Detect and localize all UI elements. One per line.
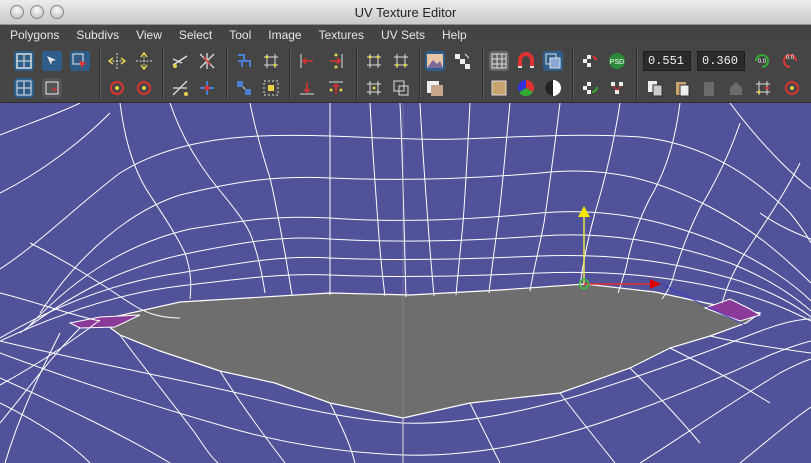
checker-psd-icon[interactable]: PSD: [607, 51, 627, 71]
unfold-icon[interactable]: [234, 51, 254, 71]
toolbar-separator: [99, 49, 101, 99]
menu-image[interactable]: Image: [268, 28, 301, 42]
toolbar-separator: [226, 49, 228, 99]
checker-update-icon[interactable]: [580, 78, 600, 98]
menu-polygons[interactable]: Polygons: [10, 28, 59, 42]
toolbar-separator: [356, 49, 358, 99]
paste-u-icon[interactable]: [699, 78, 719, 98]
normalize-icon[interactable]: [234, 78, 254, 98]
flip-v-icon[interactable]: [134, 51, 154, 71]
texture-borders-icon[interactable]: [489, 78, 509, 98]
lattice-uv-icon[interactable]: [14, 78, 34, 98]
toolbar: PSD 0.551 0.360 0.0 0.0: [0, 45, 811, 103]
snap-uv-icon[interactable]: [391, 51, 411, 71]
rotate-cw-icon[interactable]: [134, 78, 154, 98]
u-coordinate-field[interactable]: 0.551: [643, 51, 691, 71]
checker-swap-icon[interactable]: [580, 51, 600, 71]
menu-subdivs[interactable]: Subdivs: [76, 28, 119, 42]
magnet-icon[interactable]: [516, 51, 536, 71]
toolbar-separator: [482, 49, 484, 99]
toolbar-separator: [419, 49, 421, 99]
toolbar-separator: [162, 49, 164, 99]
paste-v-icon[interactable]: [726, 78, 746, 98]
menu-tool[interactable]: Tool: [229, 28, 251, 42]
split-uv-icon[interactable]: [197, 51, 217, 71]
align-top-icon[interactable]: [326, 78, 346, 98]
layout-icon[interactable]: [261, 51, 281, 71]
window-title: UV Texture Editor: [354, 5, 457, 20]
menu-uv-sets[interactable]: UV Sets: [381, 28, 425, 42]
align-bottom-icon[interactable]: [297, 78, 317, 98]
move-uv-icon[interactable]: [42, 51, 62, 71]
select-border-icon[interactable]: [391, 78, 411, 98]
select-shell-icon[interactable]: [364, 78, 384, 98]
flip-u-icon[interactable]: [107, 51, 127, 71]
svg-text:0.0: 0.0: [786, 55, 795, 61]
menu-select[interactable]: Select: [179, 28, 212, 42]
menu-help[interactable]: Help: [442, 28, 467, 42]
align-right-icon[interactable]: [326, 51, 346, 71]
paste-icon[interactable]: [672, 78, 692, 98]
grid-uv-icon[interactable]: [364, 51, 384, 71]
image-dim-icon[interactable]: [425, 78, 445, 98]
toolbar-separator: [289, 49, 291, 99]
cut-uv-icon[interactable]: [170, 51, 190, 71]
v-coordinate-field[interactable]: 0.360: [697, 51, 745, 71]
menu-bar: Polygons Subdivs View Select Tool Image …: [0, 25, 811, 45]
align-left-icon[interactable]: [297, 51, 317, 71]
image-toggle-icon[interactable]: [425, 51, 445, 71]
lock-icon[interactable]: [782, 78, 802, 98]
relax-icon[interactable]: [261, 78, 281, 98]
cycle-uv-icon[interactable]: [753, 78, 773, 98]
title-bar: UV Texture Editor: [0, 0, 811, 25]
select-uv-icon[interactable]: [14, 51, 34, 71]
psd-network-icon[interactable]: [607, 78, 627, 98]
sew-uv-icon[interactable]: [170, 78, 190, 98]
checker-icon[interactable]: [452, 51, 472, 71]
copy-icon[interactable]: [645, 78, 665, 98]
grid-icon[interactable]: [489, 51, 509, 71]
move-sew-icon[interactable]: [197, 78, 217, 98]
toolbar-separator: [636, 49, 638, 99]
toolbar-separator: [572, 49, 574, 99]
alpha-display-icon[interactable]: [543, 78, 563, 98]
uv-viewport[interactable]: [0, 103, 811, 463]
shaded-uv-icon[interactable]: [543, 51, 563, 71]
svg-text:PSD: PSD: [610, 59, 624, 66]
rotate-uv-ccw-icon[interactable]: 0.0: [780, 51, 800, 71]
tweak-uv-icon[interactable]: [42, 78, 62, 98]
uv-texture-editor-window: UV Texture Editor Polygons Subdivs View …: [0, 0, 811, 463]
uv-mesh-canvas: [0, 103, 811, 463]
move-uv-red-icon[interactable]: [70, 51, 90, 71]
rotate-uv-icon[interactable]: 0.0: [752, 51, 772, 71]
menu-textures[interactable]: Textures: [319, 28, 364, 42]
svg-text:0.0: 0.0: [758, 59, 767, 65]
rotate-ccw-icon[interactable]: [107, 78, 127, 98]
menu-view[interactable]: View: [136, 28, 162, 42]
rgb-channels-icon[interactable]: [516, 78, 536, 98]
